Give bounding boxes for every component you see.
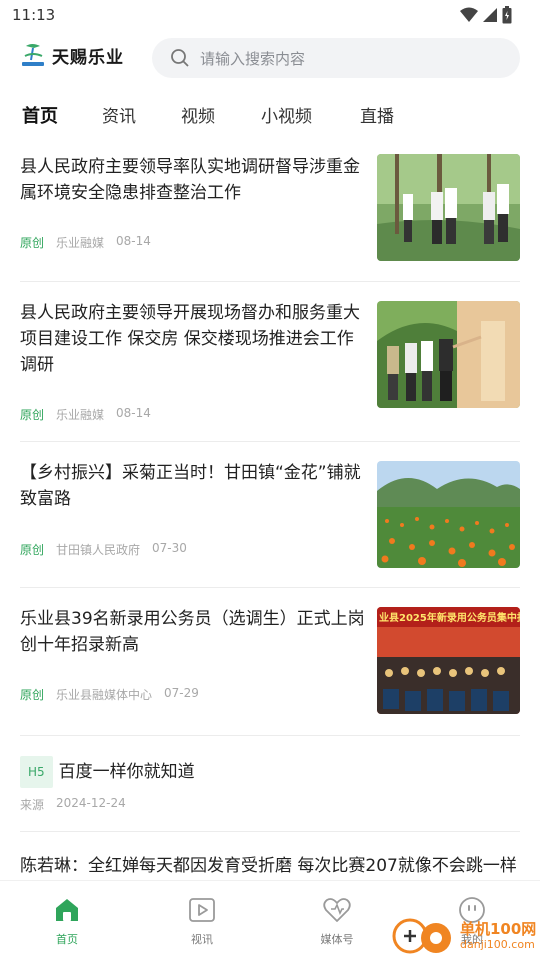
wifi-icon [460,7,478,22]
news-source: 甘田镇人民政府 [56,543,141,557]
news-card[interactable]: 县人民政府主要领导开展现场督办和服务重大项目建设工作 保交房 保交楼现场推进会工… [20,282,520,442]
media-icon [323,898,351,922]
h5-badge: H5 [20,756,53,788]
origin-tag: 原创 [20,688,45,702]
news-title: 县人民政府主要领导开展现场督办和服务重大项目建设工作 保交房 保交楼现场推进会工… [20,303,360,375]
news-title: 百度一样你就知道 [58,762,195,782]
nav-video[interactable]: 视讯 [167,895,237,947]
news-card[interactable]: 乐业县39名新录用公务员（选调生）正式上岗 创十年招录新高 原创 乐业县融媒体中… [20,588,520,736]
category-tabs: 首页 资讯 视频 小视频 直播 [0,96,540,132]
home-icon [56,899,78,921]
news-title: 乐业县39名新录用公务员（选调生）正式上岗 创十年招录新高 [20,609,365,655]
watermark-logo-icon [392,918,451,954]
news-thumbnail [377,301,520,408]
news-date: 07-29 [164,686,199,700]
logo-mark-icon [22,44,44,66]
news-source: 乐业县融媒体中心 [56,688,153,702]
logo-text: 天赐乐业 [52,47,124,68]
news-date: 08-14 [116,234,151,248]
news-date: 08-14 [116,406,151,420]
news-meta: 原创 甘田镇人民政府 07-30 [20,541,187,558]
origin-tag: 原创 [20,543,45,557]
banner-text: 业县2025年新录用公务员集中报到 [379,611,520,624]
origin-tag: 原创 [20,236,45,250]
news-meta: 原创 乐业融媒 08-14 [20,406,151,423]
news-title-row: H5 百度一样你就知道 [20,756,195,788]
news-thumbnail: 业县2025年新录用公务员集中报到 [377,607,520,714]
tab-video[interactable]: 视频 [181,102,215,127]
news-meta: 原创 乐业县融媒体中心 07-29 [20,686,199,703]
news-title: 陈若琳：全红婵每天都因发育受折磨 每次比赛207就像不会跳一样 [20,856,517,876]
news-source: 乐业融媒 [56,236,105,250]
news-thumbnail [377,461,520,568]
status-bar: 11:13 [0,0,540,30]
tab-home[interactable]: 首页 [22,102,58,128]
news-thumbnail [377,154,520,261]
nav-label: 媒体号 [320,933,354,946]
search-input[interactable]: 请输入搜索内容 [152,38,520,78]
nav-label: 首页 [56,933,78,946]
news-title: 【乡村振兴】采菊正当时！甘田镇“金花”铺就致富路 [20,463,361,509]
watermark-url: danji100.com [460,938,535,951]
nav-label: 视讯 [191,933,213,946]
status-icons [460,6,512,24]
news-card[interactable]: 【乡村振兴】采菊正当时！甘田镇“金花”铺就致富路 原创 甘田镇人民政府 07-3… [20,442,520,588]
news-source: 乐业融媒 [56,408,105,422]
search-placeholder: 请输入搜索内容 [200,49,306,68]
search-icon [171,49,189,67]
news-date: 07-30 [152,541,187,555]
battery-icon [502,6,512,24]
tab-live[interactable]: 直播 [360,102,394,127]
watermark: 单机100网 danji100.com [390,914,540,958]
news-source: 来源 [20,798,45,812]
tab-short-video[interactable]: 小视频 [261,102,312,127]
origin-tag: 原创 [20,408,45,422]
signal-icon [483,8,497,22]
news-meta: 原创 乐业融媒 08-14 [20,234,151,251]
news-card[interactable]: 县人民政府主要领导率队实地调研督导涉重金属环境安全隐患排查整治工作 原创 乐业融… [20,140,520,282]
nav-media[interactable]: 媒体号 [302,895,372,947]
watermark-brand: 单机100网 [460,920,537,938]
app-logo[interactable]: 天赐乐业 [20,42,124,68]
video-icon [189,898,215,922]
news-meta: 来源 2024-12-24 [20,796,126,813]
app-header: 天赐乐业 请输入搜索内容 [0,36,540,80]
news-card[interactable]: H5 百度一样你就知道 来源 2024-12-24 [20,736,520,832]
tab-news[interactable]: 资讯 [102,102,136,127]
news-title: 县人民政府主要领导率队实地调研督导涉重金属环境安全隐患排查整治工作 [20,157,360,203]
status-time: 11:13 [12,6,56,24]
news-date: 2024-12-24 [56,796,126,810]
nav-home[interactable]: 首页 [32,895,102,947]
